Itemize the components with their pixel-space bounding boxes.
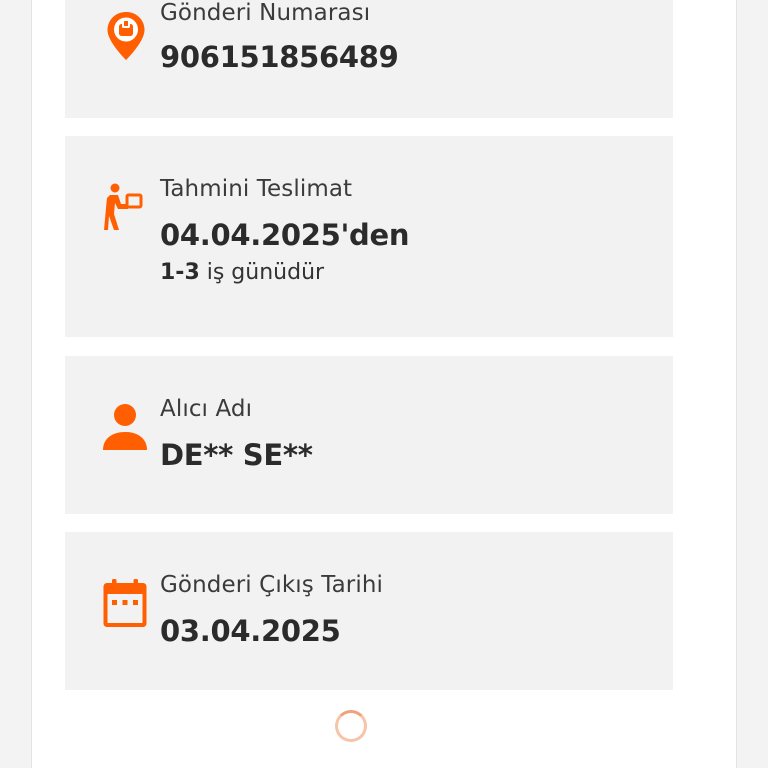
calendar-icon <box>103 578 149 630</box>
location-pin-icon <box>103 10 149 62</box>
departure-date-value: 03.04.2025 <box>160 614 341 648</box>
recipient-name-label: Alıcı Adı <box>160 396 253 422</box>
estimated-delivery-label: Tahmini Teslimat <box>160 176 353 202</box>
delivery-duration-text: iş günüdür <box>199 260 325 285</box>
shipment-number-label: Gönderi Numarası <box>160 0 371 26</box>
person-icon <box>103 402 149 454</box>
shipment-number-card: Gönderi Numarası 906151856489 <box>65 0 673 118</box>
recipient-name-value: DE** SE** <box>160 438 313 472</box>
estimated-delivery-card: Tahmini Teslimat 04.04.2025'den 1-3 iş g… <box>65 136 673 337</box>
courier-delivery-icon <box>103 182 149 234</box>
departure-date-card: Gönderi Çıkış Tarihi 03.04.2025 <box>65 532 673 690</box>
delivery-duration-range: 1-3 <box>160 260 200 285</box>
recipient-name-card: Alıcı Adı DE** SE** <box>65 356 673 514</box>
page: Gönderi Numarası 906151856489 Tahmini Te… <box>0 0 768 768</box>
shipment-details-panel: Gönderi Numarası 906151856489 Tahmini Te… <box>31 0 737 768</box>
loading-spinner <box>335 710 367 742</box>
delivery-duration-note: 1-3 iş günüdür <box>160 260 324 285</box>
shipment-number-value: 906151856489 <box>160 40 399 74</box>
estimated-delivery-date: 04.04.2025'den <box>160 218 410 252</box>
departure-date-label: Gönderi Çıkış Tarihi <box>160 572 383 598</box>
